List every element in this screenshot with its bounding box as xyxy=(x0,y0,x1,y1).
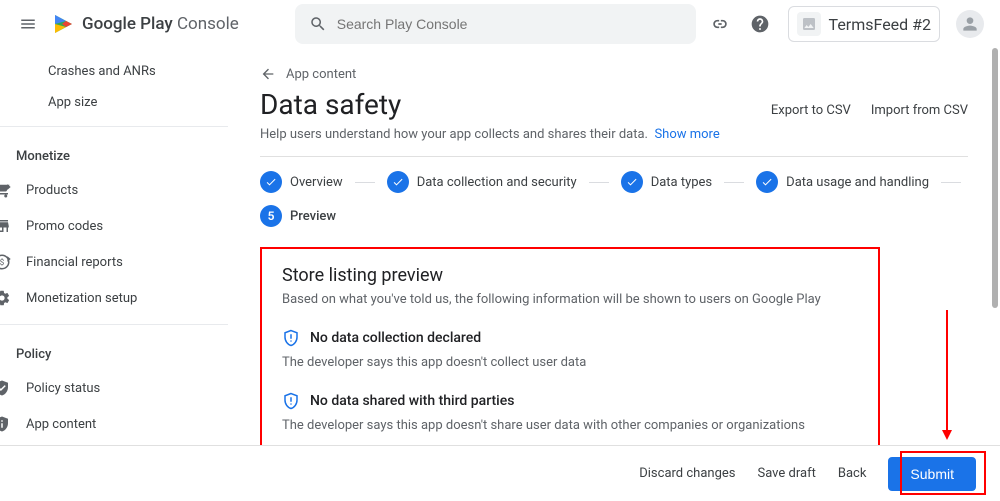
help-button[interactable] xyxy=(748,12,772,36)
save-draft-link[interactable]: Save draft xyxy=(757,466,815,481)
sidebar-item-products[interactable]: Products xyxy=(0,172,228,208)
sidebar-item-app-content[interactable]: App content xyxy=(0,406,228,442)
preview-row-no-collection: No data collection declared xyxy=(282,329,858,347)
check-icon xyxy=(626,176,638,188)
search-input[interactable] xyxy=(337,16,682,32)
shield-info-icon xyxy=(0,414,12,434)
app-icon xyxy=(797,12,821,36)
play-logo-icon xyxy=(52,12,76,36)
sidebar-section-policy: Policy xyxy=(0,333,228,370)
submit-button[interactable]: Submit xyxy=(888,457,976,491)
account-name: TermsFeed #2 xyxy=(829,15,931,34)
sidebar: Crashes and ANRs App size Monetize Produ… xyxy=(0,48,228,501)
logo[interactable]: Google Play Console xyxy=(52,12,239,36)
menu-icon xyxy=(19,15,37,33)
preview-row-no-sharing: No data shared with third parties xyxy=(282,392,858,410)
logo-text-play: Google Play xyxy=(82,14,173,34)
sidebar-item-promo[interactable]: Promo codes xyxy=(0,208,228,244)
preview-row-no-collection-text: The developer says this app doesn't coll… xyxy=(282,355,858,370)
link-button[interactable] xyxy=(708,12,732,36)
scrollbar-thumb[interactable] xyxy=(992,48,998,308)
account-chip[interactable]: TermsFeed #2 xyxy=(788,6,940,42)
scrollbar-track[interactable] xyxy=(990,48,1000,501)
sidebar-item-financial[interactable]: $ Financial reports xyxy=(0,244,228,280)
export-csv-link[interactable]: Export to CSV xyxy=(771,103,851,118)
step-overview[interactable]: Overview xyxy=(260,171,343,193)
page-subtitle: Help users understand how your app colle… xyxy=(260,127,968,142)
main-content: App content Data safety Export to CSV Im… xyxy=(228,48,1000,501)
check-icon xyxy=(265,176,277,188)
sidebar-item-crashes[interactable]: Crashes and ANRs xyxy=(0,56,228,87)
page-title: Data safety xyxy=(260,88,401,121)
caret-right-icon xyxy=(4,254,14,264)
step-data-usage[interactable]: Data usage and handling xyxy=(756,171,929,193)
discard-changes-link[interactable]: Discard changes xyxy=(639,466,735,481)
step-data-types[interactable]: Data types xyxy=(621,171,712,193)
show-more-link[interactable]: Show more xyxy=(654,127,719,142)
step-preview[interactable]: 5 Preview xyxy=(260,205,336,227)
breadcrumb[interactable]: App content xyxy=(260,66,968,82)
back-link[interactable]: Back xyxy=(838,466,867,481)
import-csv-link[interactable]: Import from CSV xyxy=(871,103,968,118)
shield-alert-icon xyxy=(282,392,300,410)
shield-check-icon xyxy=(0,378,12,398)
preview-row-no-sharing-text: The developer says this app doesn't shar… xyxy=(282,418,858,433)
logo-text-console: Console xyxy=(177,14,239,34)
shield-alert-icon xyxy=(282,329,300,347)
topbar: Google Play Console TermsFeed #2 xyxy=(0,0,1000,48)
search-icon xyxy=(309,15,327,33)
preview-title: Store listing preview xyxy=(282,265,858,286)
user-icon xyxy=(960,14,980,34)
back-arrow-icon xyxy=(260,66,276,82)
link-icon xyxy=(710,14,730,34)
step-data-collection[interactable]: Data collection and security xyxy=(387,171,577,193)
sidebar-section-monetize: Monetize xyxy=(0,135,228,172)
hamburger-menu[interactable] xyxy=(16,12,40,36)
sidebar-item-appsize[interactable]: App size xyxy=(0,87,228,118)
help-icon xyxy=(750,14,770,34)
store-icon xyxy=(0,216,12,236)
gear-icon xyxy=(0,288,12,308)
stepper: Overview Data collection and security Da… xyxy=(260,171,968,227)
sidebar-item-policy-status[interactable]: Policy status xyxy=(0,370,228,406)
check-icon xyxy=(761,176,773,188)
caret-right-icon xyxy=(4,182,14,192)
store-listing-preview-card: Store listing preview Based on what you'… xyxy=(260,247,880,455)
bottom-action-bar: Discard changes Save draft Back Submit xyxy=(0,445,1000,501)
search-bar[interactable] xyxy=(295,4,696,44)
preview-subtitle: Based on what you've told us, the follow… xyxy=(282,292,858,307)
user-avatar[interactable] xyxy=(956,10,984,38)
sidebar-item-monetization[interactable]: Monetization setup xyxy=(0,280,228,316)
check-icon xyxy=(392,176,404,188)
